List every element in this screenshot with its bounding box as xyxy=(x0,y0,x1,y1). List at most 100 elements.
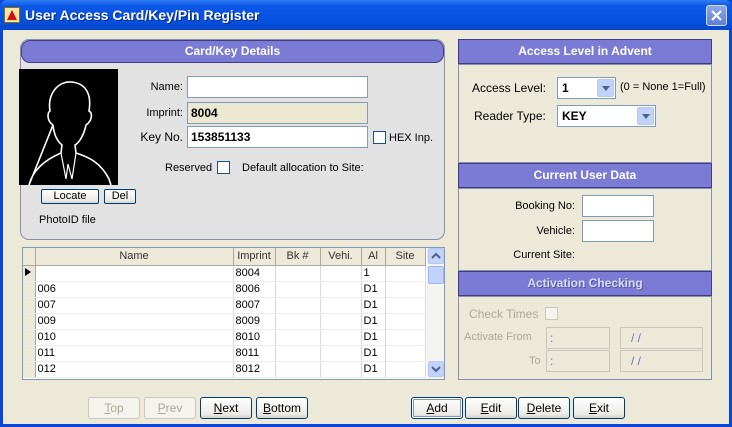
grid-indicator-header xyxy=(23,248,36,266)
activate-from-date[interactable]: / / xyxy=(620,327,703,349)
cell-imprint: 8009 xyxy=(233,313,276,330)
cell-vehi xyxy=(320,313,362,330)
check-times-label: Check Times xyxy=(469,307,539,321)
table-row[interactable]: 010 8010 D1 xyxy=(23,329,426,346)
cell-al: D1 xyxy=(361,297,386,314)
cell-imprint: 8007 xyxy=(233,297,276,314)
title-bar[interactable]: User Access Card/Key/Pin Register xyxy=(0,0,732,30)
hex-input-label: HEX Inp. xyxy=(389,132,434,144)
vehicle-input[interactable] xyxy=(582,220,654,242)
delete-button[interactable]: Delete xyxy=(518,397,570,419)
scroll-thumb[interactable] xyxy=(428,266,444,284)
column-header-site[interactable]: Site xyxy=(385,248,426,266)
activate-to-date[interactable]: / / xyxy=(620,350,703,372)
cell-name: 010 xyxy=(35,329,234,346)
column-header-bk[interactable]: Bk # xyxy=(275,248,321,266)
row-indicator xyxy=(23,345,36,362)
name-input[interactable] xyxy=(187,76,368,98)
activate-from-time[interactable]: : xyxy=(546,327,610,349)
table-row[interactable]: 8004 1 xyxy=(23,265,426,282)
bottom-button[interactable]: Bottom xyxy=(256,397,308,419)
reader-type-select[interactable]: KEY xyxy=(557,105,656,127)
cell-site xyxy=(385,313,426,330)
cell-site xyxy=(385,281,426,298)
scroll-up-button[interactable] xyxy=(428,248,444,264)
prev-button-accel: P xyxy=(157,401,166,415)
del-button[interactable]: Del xyxy=(104,189,136,204)
table-row[interactable]: 012 8012 D1 xyxy=(23,361,426,378)
cell-al: D1 xyxy=(361,345,386,362)
table-row[interactable]: 006 8006 D1 xyxy=(23,281,426,298)
booking-no-input[interactable] xyxy=(582,195,654,217)
top-button-label: op xyxy=(110,401,124,415)
cell-imprint: 8006 xyxy=(233,281,276,298)
row-indicator xyxy=(23,297,36,314)
add-button-label: dd xyxy=(434,401,448,415)
close-icon xyxy=(711,10,722,21)
exit-button-label: xit xyxy=(597,401,609,415)
close-button[interactable] xyxy=(706,5,727,26)
cell-imprint: 8004 xyxy=(233,265,276,282)
column-header-imprint[interactable]: Imprint xyxy=(233,248,276,266)
cell-bk xyxy=(275,329,321,346)
column-header-vehi[interactable]: Vehi. xyxy=(320,248,362,266)
hex-input-checkbox[interactable] xyxy=(373,131,386,144)
cell-bk xyxy=(275,313,321,330)
next-button[interactable]: Next xyxy=(200,397,252,419)
row-pointer-icon xyxy=(25,268,31,276)
cell-site xyxy=(385,345,426,362)
table-row[interactable]: 007 8007 D1 xyxy=(23,297,426,314)
column-header-al[interactable]: Al xyxy=(361,248,386,266)
name-label: Name: xyxy=(150,81,183,93)
grid-vertical-scrollbar[interactable] xyxy=(427,248,444,379)
cell-name xyxy=(35,265,234,282)
cell-bk xyxy=(275,345,321,362)
row-indicator xyxy=(23,281,36,298)
access-level-select[interactable]: 1 xyxy=(557,77,616,99)
current-row-indicator xyxy=(23,265,36,282)
dropdown-arrow-icon[interactable] xyxy=(597,79,614,97)
edit-button[interactable]: Edit xyxy=(465,397,517,419)
cell-bk xyxy=(275,265,321,282)
cell-vehi xyxy=(320,265,362,282)
table-row[interactable]: 009 8009 D1 xyxy=(23,313,426,330)
person-silhouette-icon xyxy=(28,81,112,186)
prev-button-label: rev xyxy=(165,401,183,415)
cell-bk xyxy=(275,281,321,298)
scroll-down-button[interactable] xyxy=(428,361,444,377)
cell-al: D1 xyxy=(361,281,386,298)
cell-vehi xyxy=(320,297,362,314)
vehicle-label: Vehicle: xyxy=(536,225,575,237)
chevron-up-icon xyxy=(431,252,441,259)
access-level-label: Access Level: xyxy=(472,81,547,95)
app-window: User Access Card/Key/Pin Register Card/K… xyxy=(0,0,732,427)
current-site-label: Current Site: xyxy=(513,249,575,261)
check-times-checkbox[interactable] xyxy=(545,307,558,320)
photoid-file-label: PhotoID file xyxy=(39,214,96,226)
current-user-header: Current User Data xyxy=(458,163,712,188)
cell-name: 006 xyxy=(35,281,234,298)
activate-from-label: Activate From xyxy=(464,331,532,343)
cell-site xyxy=(385,361,426,378)
row-indicator xyxy=(23,361,36,378)
add-button[interactable]: Add xyxy=(411,397,463,419)
bottom-button-label: ottom xyxy=(271,401,302,415)
exit-button[interactable]: Exit xyxy=(573,397,625,419)
grid-table: Name Imprint Bk # Vehi. Al Site 8004 1 0… xyxy=(23,248,426,378)
reserved-checkbox[interactable] xyxy=(217,161,230,174)
table-row[interactable]: 011 8011 D1 xyxy=(23,345,426,362)
cell-name: 007 xyxy=(35,297,234,314)
locate-button[interactable]: Locate xyxy=(41,189,99,204)
activate-to-time[interactable]: : xyxy=(546,350,610,372)
default-allocation-label: Default allocation to Site: xyxy=(242,162,364,174)
dropdown-arrow-icon[interactable] xyxy=(637,107,654,125)
prev-button[interactable]: Prev xyxy=(144,397,196,419)
cell-imprint: 8012 xyxy=(233,361,276,378)
access-level-hint: (0 = None 1=Full) xyxy=(620,81,706,93)
cell-al: 1 xyxy=(361,265,386,282)
window-title: User Access Card/Key/Pin Register xyxy=(25,7,260,23)
keyno-input[interactable]: 153851133 xyxy=(187,126,368,148)
key-register-grid[interactable]: Name Imprint Bk # Vehi. Al Site 8004 1 0… xyxy=(22,247,445,380)
column-header-name[interactable]: Name xyxy=(35,248,234,266)
top-button[interactable]: Top xyxy=(88,397,140,419)
